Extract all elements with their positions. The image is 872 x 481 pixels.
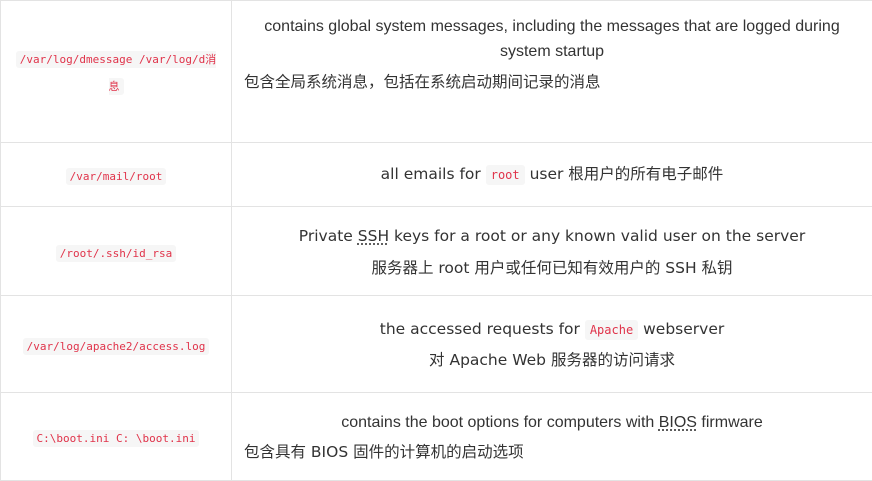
description-en-pre: Private — [298, 226, 353, 245]
description-cn: 包含具有 BIOS 固件的计算机的启动选项 — [244, 443, 524, 461]
description-en-post: keys for a root or any known valid user … — [394, 226, 806, 245]
description-en: contains the boot options for computers … — [232, 410, 872, 435]
path-code: /root/.ssh/id_rsa — [55, 244, 177, 262]
path-cell: /root/.ssh/id_rsa — [0, 206, 232, 296]
table-row: /var/mail/root all emails for root user … — [0, 142, 872, 207]
file-locations-table: /var/log/dmessage /var/log/d消息 contains … — [0, 0, 872, 481]
abbreviation: SSH — [357, 226, 390, 245]
inline-code: root — [485, 164, 525, 185]
description-en: the accessed requests for Apache webserv… — [232, 317, 872, 343]
description-en-pre: all emails for — [380, 164, 481, 183]
table-row: /root/.ssh/id_rsa Private SSH keys for a… — [0, 206, 872, 296]
description-en-pre: contains the boot options for computers … — [341, 414, 655, 431]
description-cn: 包含全局系统消息，包括在系统启动期间记录的消息 — [244, 73, 601, 91]
description-cell: all emails for root user 根用户的所有电子邮件 — [231, 142, 872, 207]
path-code: /var/log/apache2/access.log — [22, 337, 210, 355]
table-row: C:\boot.ini C: \boot.ini contains the bo… — [0, 392, 872, 481]
path-code: /var/mail/root — [65, 168, 167, 185]
description-en-pre: the accessed requests for — [379, 320, 580, 338]
description-cell: contains the boot options for computers … — [231, 392, 872, 481]
abbreviation: BIOS — [658, 414, 697, 431]
description-en-post: firmware — [701, 414, 763, 431]
description-en-post: user 根用户的所有电子邮件 — [529, 164, 724, 183]
path-code: C:\boot.ini C: \boot.ini — [32, 430, 200, 447]
description-en: Private SSH keys for a root or any known… — [232, 224, 872, 249]
description-en-post: webserver — [643, 320, 725, 338]
description-cn: 对 Apache Web 服务器的访问请求 — [429, 351, 675, 369]
description-cn: 服务器上 root 用户或任何已知有效用户的 SSH 私钥 — [371, 258, 733, 277]
description-cell: contains global system messages, includi… — [231, 0, 872, 143]
inline-code: Apache — [584, 320, 639, 340]
path-cell: /var/log/apache2/access.log — [0, 295, 232, 393]
description-cell: the accessed requests for Apache webserv… — [231, 295, 872, 393]
description-cell: Private SSH keys for a root or any known… — [231, 206, 872, 296]
description-en: contains global system messages, includi… — [264, 18, 840, 60]
table-row: /var/log/dmessage /var/log/d消息 contains … — [0, 0, 872, 143]
path-code: /var/log/dmessage /var/log/d消息 — [15, 50, 217, 95]
path-cell: /var/mail/root — [0, 142, 232, 207]
description-en: all emails for root user 根用户的所有电子邮件 — [232, 162, 872, 188]
path-cell: /var/log/dmessage /var/log/d消息 — [0, 0, 232, 143]
path-cell: C:\boot.ini C: \boot.ini — [0, 392, 232, 481]
table-row: /var/log/apache2/access.log the accessed… — [0, 295, 872, 393]
